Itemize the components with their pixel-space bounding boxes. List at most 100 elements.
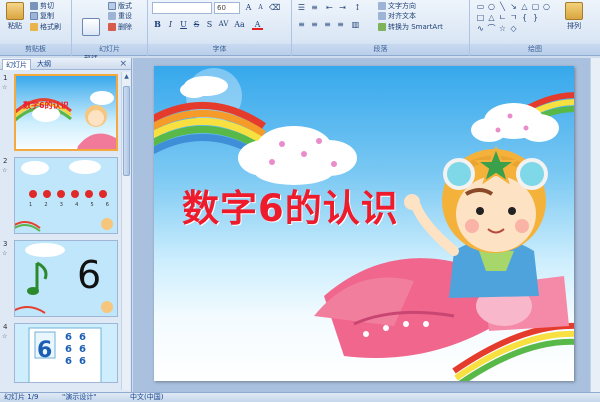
star-shape-icon[interactable]: ☆ — [498, 24, 507, 33]
scroll-up-icon[interactable]: ▲ — [122, 72, 131, 81]
underline-icon[interactable]: U — [178, 19, 189, 30]
slide-title[interactable]: 数字6的认识 — [182, 178, 399, 232]
scissors-icon — [30, 1, 38, 10]
triangle-shape-icon[interactable]: △ — [520, 2, 529, 11]
bracket-shape-icon[interactable]: } — [531, 13, 540, 22]
arc-shape-icon[interactable]: ⌒ — [487, 24, 496, 33]
justify-icon[interactable]: ≡ — [335, 19, 346, 30]
line-spacing-icon[interactable]: ↕ — [352, 2, 363, 13]
grid-digit: 6 — [65, 332, 72, 343]
paste-icon — [6, 2, 24, 20]
ribbon: 粘贴 剪切 复制 格式刷 剪贴板 新建 幻灯片 版式 重设 — [0, 0, 600, 69]
current-slide[interactable]: 数字6的认识 — [154, 66, 574, 381]
curve-shape-icon[interactable]: ∿ — [476, 24, 485, 33]
new-slide-icon — [82, 18, 100, 36]
digit-1: 1 — [29, 202, 33, 208]
slide-thumb-image: 数字6的认识 — [14, 74, 118, 151]
layout-icon — [108, 1, 116, 10]
theme-name: "演示设计" — [62, 393, 97, 401]
rounded-rect-shape-icon[interactable]: ▢ — [531, 2, 540, 11]
slide-thumbnail-2[interactable]: 2 ☆ 1 2 3 4 5 6 — [0, 155, 122, 235]
slides-group: 新建 幻灯片 版式 重设 删除 幻灯片 — [72, 0, 148, 69]
animation-star-icon: ☆ — [2, 333, 8, 340]
brace-shape-icon[interactable]: { — [520, 13, 529, 22]
columns-icon[interactable]: ▥ — [350, 19, 361, 30]
copy-icon — [30, 11, 38, 20]
smartart-button[interactable]: 转换为 SmartArt — [378, 21, 443, 32]
triangle2-shape-icon[interactable]: △ — [487, 13, 496, 22]
elbow-shape-icon[interactable]: ㄴ — [498, 13, 507, 22]
arrange-button[interactable]: 排列 — [562, 2, 586, 31]
paragraph-group: ☰ ≡ ⇤ ⇥ ↕ 文字方向 对齐文本 转换为 SmartArt ≡ ≡ ≡ ≡… — [292, 0, 470, 56]
change-case-icon[interactable]: Aa — [234, 19, 245, 30]
align-right-icon[interactable]: ≡ — [322, 19, 333, 30]
grow-font-icon[interactable]: A — [243, 2, 254, 13]
italic-icon[interactable]: I — [165, 19, 176, 30]
clipboard-group: 粘贴 剪切 复制 格式刷 剪贴板 — [0, 0, 72, 56]
line-shape-icon[interactable]: ╲ — [498, 2, 507, 11]
slide-thumbnail-1[interactable]: 1 ☆ 数字6的认识 — [0, 72, 122, 152]
slide-thumbnail-3[interactable]: 3 ☆ 6 — [0, 238, 122, 318]
slide-3-preview — [15, 241, 117, 316]
square-shape-icon[interactable]: □ — [476, 13, 485, 22]
slide-2-preview — [15, 158, 117, 233]
arrange-icon — [565, 2, 583, 20]
digit-6: 6 — [105, 202, 109, 208]
align-text-label: 对齐文本 — [388, 11, 416, 20]
align-text-icon — [378, 11, 386, 20]
font-color-icon[interactable]: A — [252, 19, 263, 30]
clear-format-icon[interactable]: ⌫ — [269, 2, 280, 13]
slide-4-big-digit: 6 — [37, 338, 53, 363]
decrease-indent-icon[interactable]: ⇤ — [324, 2, 335, 13]
slide-thumb-image: 6 — [14, 240, 118, 317]
digit-5: 5 — [90, 202, 94, 208]
font-name-field[interactable] — [152, 2, 212, 14]
paragraph-group-label: 段落 — [292, 44, 469, 55]
font-group: 60 A A ⌫ B I U S S AV Aa A 字体 — [148, 0, 292, 56]
grid-digit: 6 — [65, 356, 72, 367]
align-text-button[interactable]: 对齐文本 — [378, 10, 416, 21]
panel-scrollbar[interactable]: ▲ — [121, 72, 130, 390]
bullets-icon[interactable]: ☰ — [296, 2, 307, 13]
copy-button[interactable]: 复制 — [30, 10, 54, 21]
drawing-group-label: 绘图 — [470, 44, 600, 55]
slide-scrollbar[interactable] — [590, 58, 600, 392]
char-spacing-icon[interactable]: AV — [218, 19, 229, 30]
numbering-icon[interactable]: ≡ — [309, 2, 320, 13]
tab-outline[interactable]: 大纲 — [34, 59, 54, 70]
bold-icon[interactable]: B — [152, 19, 163, 30]
brush-icon — [30, 22, 38, 31]
font-size-field[interactable]: 60 — [214, 2, 240, 14]
align-center-icon[interactable]: ≡ — [309, 19, 320, 30]
smartart-icon — [378, 22, 386, 31]
format-painter-button[interactable]: 格式刷 — [30, 21, 61, 32]
connector-shape-icon[interactable]: ㄱ — [509, 13, 518, 22]
arrow-shape-icon[interactable]: ↘ — [509, 2, 518, 11]
clipboard-group-label: 剪贴板 — [0, 44, 71, 55]
tab-slides[interactable]: 幻灯片 — [2, 59, 31, 70]
scroll-thumb[interactable] — [123, 86, 130, 176]
smartart-label: 转换为 SmartArt — [388, 22, 443, 31]
reset-button[interactable]: 重设 — [108, 10, 132, 21]
rectangle-shape-icon[interactable]: ▭ — [476, 2, 485, 11]
slide-counter: 幻灯片 1/9 — [4, 393, 39, 401]
grid-digit: 6 — [65, 344, 72, 355]
digit-3: 3 — [59, 202, 63, 208]
slide-number: 3 — [3, 240, 8, 248]
increase-indent-icon[interactable]: ⇥ — [337, 2, 348, 13]
slide-thumbnail-4[interactable]: 4 ☆ 6 6 6 6 6 6 6 — [0, 321, 122, 401]
oval-shape-icon[interactable]: ○ — [487, 2, 496, 11]
reset-icon — [108, 11, 116, 20]
paste-button[interactable]: 粘贴 — [4, 2, 26, 31]
font-group-label: 字体 — [148, 44, 291, 55]
delete-button[interactable]: 删除 — [108, 21, 132, 32]
slides-panel: 幻灯片 大纲 × 1 ☆ 数字6的认识 2 ☆ 1 2 3 4 5 6 3 ☆ … — [0, 58, 132, 392]
align-left-icon[interactable]: ≡ — [296, 19, 307, 30]
shadow-icon[interactable]: S — [204, 19, 215, 30]
shrink-font-icon[interactable]: A — [255, 2, 266, 13]
circle-shape-icon[interactable]: ○ — [542, 2, 551, 11]
strikethrough-icon[interactable]: S — [191, 19, 202, 30]
close-icon[interactable]: × — [119, 58, 127, 70]
callout-shape-icon[interactable]: ◇ — [509, 24, 518, 33]
slide-1-thumb-title: 数字6的认识 — [23, 101, 69, 110]
